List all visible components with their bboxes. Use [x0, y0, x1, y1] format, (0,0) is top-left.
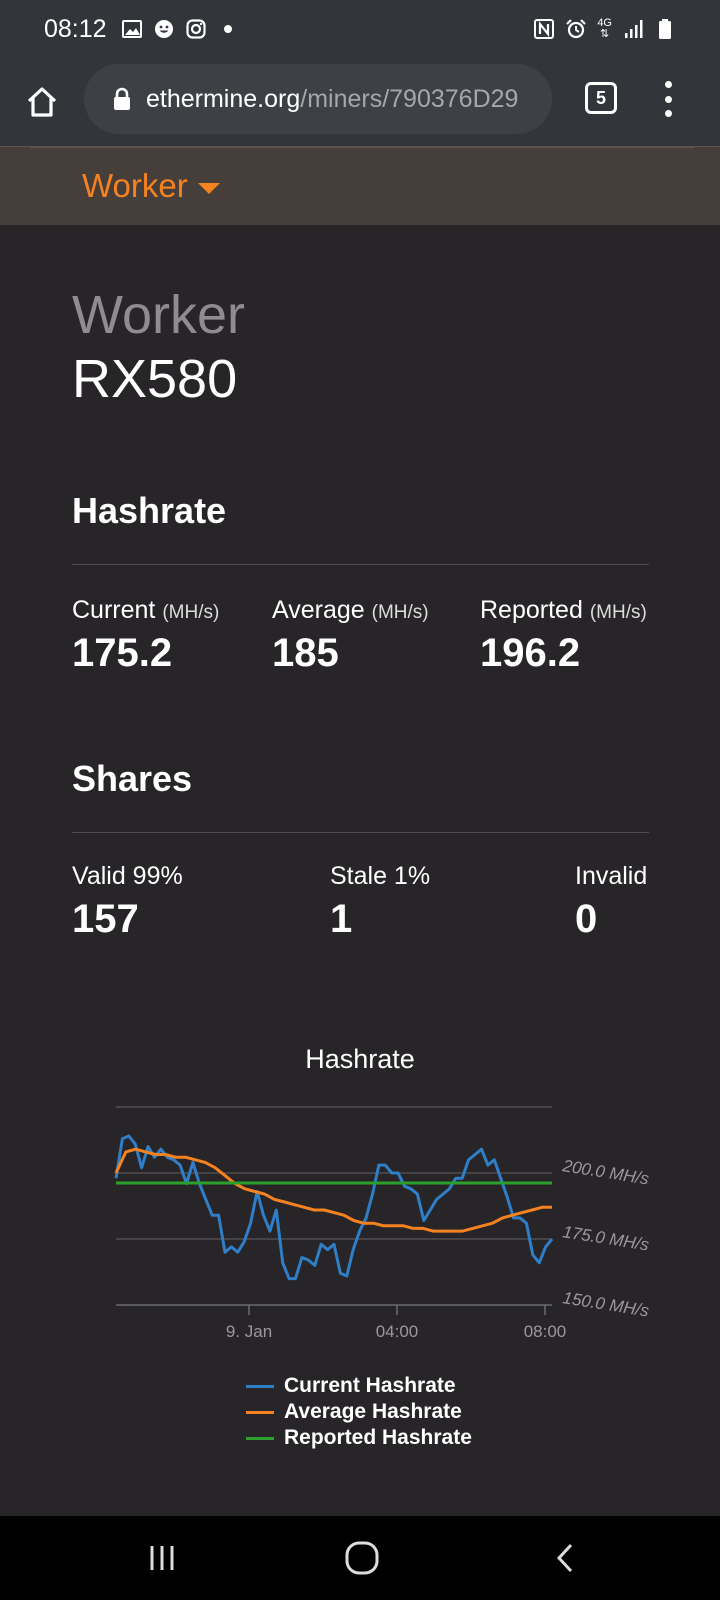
legend-item-average[interactable]: Average Hashrate	[246, 1399, 472, 1425]
battery-icon	[654, 18, 676, 40]
reported-label-text: Reported	[480, 596, 583, 624]
stale-shares-label: Stale 1%	[330, 862, 431, 890]
status-bar: 08:12 4G ⇅	[0, 0, 720, 58]
current-hashrate-label: Current (MH/s)	[72, 596, 219, 625]
worker-nav-bar: Worker	[0, 146, 720, 225]
home-circle-icon	[345, 1541, 379, 1575]
overflow-menu-button[interactable]	[656, 78, 680, 120]
recents-icon	[150, 1546, 174, 1570]
reported-hashrate-label: Reported (MH/s)	[480, 596, 647, 625]
average-unit: (MH/s)	[371, 602, 429, 623]
url-path: /miners/790376D29	[300, 84, 519, 113]
system-home-button[interactable]	[342, 1538, 382, 1578]
valid-shares-label: Valid 99%	[72, 862, 183, 890]
hashrate-chart: 200.0 MH/s 175.0 MH/s 150.0 MH/s 9. Jan 04:0…	[114, 1106, 651, 1341]
dot-icon	[217, 18, 239, 40]
legend-item-current[interactable]: Current Hashrate	[246, 1373, 472, 1399]
back-icon	[556, 1543, 573, 1573]
signal-icon	[622, 18, 644, 40]
shares-section-title: Shares	[72, 758, 193, 799]
system-nav-bar	[0, 1516, 720, 1600]
chart-series	[114, 1134, 554, 1281]
status-right-icons: 4G ⇅	[533, 18, 676, 40]
x-tick-label: 08:00	[524, 1322, 567, 1341]
lock-icon	[114, 87, 130, 110]
current-unit: (MH/s)	[162, 602, 220, 623]
data-arrows-icon: ⇅	[600, 28, 610, 40]
menu-dot-icon	[664, 95, 672, 103]
chart-legend: Current Hashrate Average Hashrate Report…	[246, 1373, 472, 1451]
legend-item-reported[interactable]: Reported Hashrate	[246, 1425, 472, 1451]
invalid-shares-value: 0	[575, 897, 598, 941]
recents-button[interactable]	[142, 1538, 182, 1578]
hashrate-section-title: Hashrate	[72, 490, 227, 531]
current-hashrate-stat: Current (MH/s) 175.2	[72, 596, 219, 676]
reported-unit: (MH/s)	[589, 602, 647, 623]
menu-dot-icon	[664, 81, 672, 88]
average-hashrate-value: 185	[272, 631, 339, 675]
smiley-icon	[153, 18, 175, 40]
reported-hashrate-value: 196.2	[480, 631, 581, 675]
url-domain: ethermine.org	[146, 84, 301, 113]
reported-hashrate-stat: Reported (MH/s) 196.2	[480, 596, 647, 676]
legend-swatch-average	[246, 1410, 274, 1414]
address-bar[interactable]: ethermine.org/miners/790376D29	[84, 64, 552, 134]
stale-shares-value: 1	[330, 897, 353, 941]
legend-label-current: Current Hashrate	[284, 1374, 456, 1397]
current-label-text: Current	[72, 596, 156, 624]
shares-divider	[72, 832, 649, 833]
worker-name: RX580	[72, 349, 238, 409]
chart-grid	[116, 1106, 552, 1306]
current-hashrate-value: 175.2	[72, 631, 173, 675]
back-button[interactable]	[546, 1538, 586, 1578]
x-tick-label: 04:00	[376, 1322, 419, 1341]
legend-label-average: Average Hashrate	[284, 1400, 462, 1423]
average-hashrate-stat: Average (MH/s) 185	[272, 596, 429, 676]
stale-shares-stat: Stale 1% 1	[330, 862, 430, 942]
caret-down-icon	[197, 182, 220, 194]
status-time: 08:12	[44, 14, 107, 43]
y-tick-label: 200.0 MH/s	[560, 1156, 650, 1189]
worker-dropdown-label: Worker	[82, 167, 188, 204]
nav-divider	[30, 147, 694, 148]
tab-switcher-button[interactable]: 5	[585, 82, 617, 114]
home-button[interactable]	[22, 82, 62, 122]
x-tick-label: 9. Jan	[226, 1322, 272, 1341]
home-icon	[27, 87, 57, 117]
menu-dot-icon	[664, 110, 672, 117]
legend-swatch-reported	[246, 1436, 274, 1440]
legend-swatch-current	[246, 1384, 274, 1388]
gallery-icon	[121, 18, 143, 40]
alarm-icon	[565, 18, 587, 40]
valid-shares-value: 157	[72, 897, 139, 941]
y-tick-label: 175.0 MH/s	[561, 1222, 650, 1254]
hashrate-divider	[72, 564, 649, 565]
status-left-icons	[121, 18, 239, 40]
invalid-shares-stat: Invalid 0	[575, 862, 647, 942]
valid-shares-stat: Valid 99% 157	[72, 862, 183, 942]
y-tick-label: 150.0 MH/s	[561, 1288, 650, 1320]
worker-dropdown[interactable]: Worker	[82, 167, 220, 205]
average-hashrate-label: Average (MH/s)	[272, 596, 429, 625]
invalid-shares-label: Invalid	[575, 862, 648, 890]
worker-label: Worker	[72, 285, 246, 345]
browser-toolbar: ethermine.org/miners/790376D29 5	[0, 58, 720, 146]
nfc-icon	[533, 18, 555, 40]
legend-label-reported: Reported Hashrate	[284, 1426, 472, 1449]
instagram-icon	[185, 18, 207, 40]
average-label-text: Average	[272, 596, 365, 624]
network-type: 4G ⇅	[597, 18, 612, 40]
